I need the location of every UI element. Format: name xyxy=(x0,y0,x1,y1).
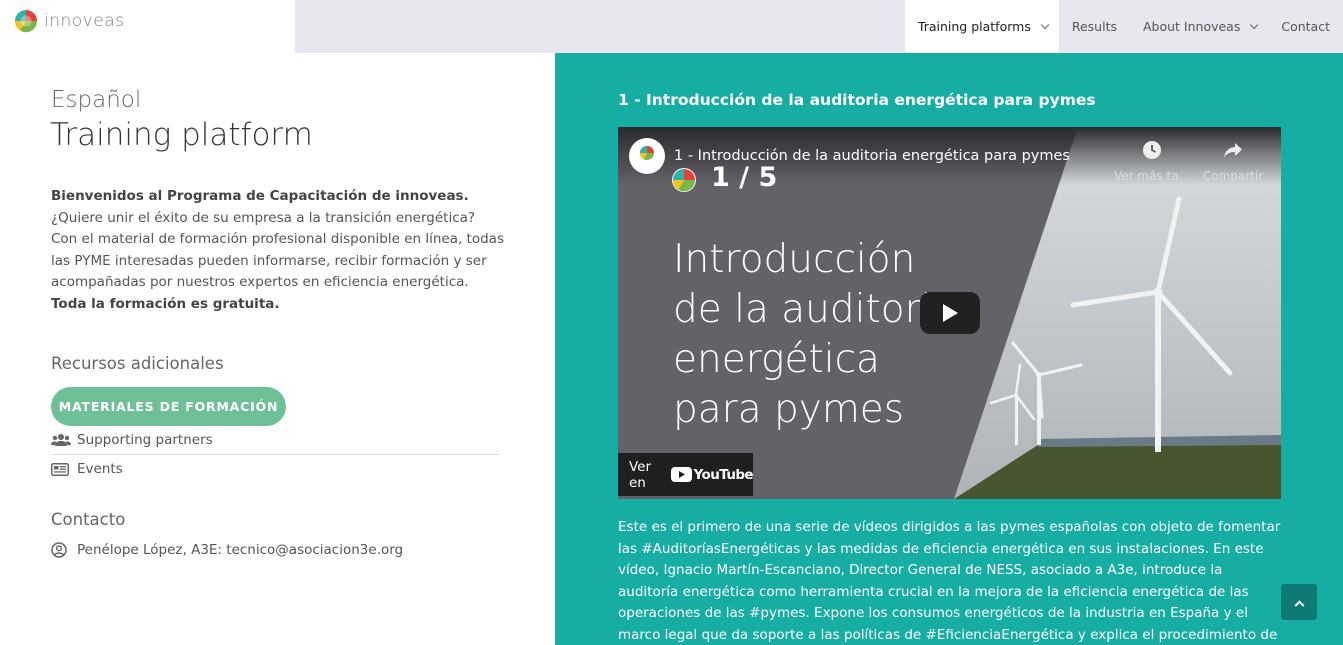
nav-item-label: Contact xyxy=(1281,19,1330,34)
watch-later-label: Ver más ta... xyxy=(1113,169,1191,183)
intro-body: Con el material de formación profesional… xyxy=(51,231,504,290)
page-title: Training platform xyxy=(50,117,313,153)
overlay-line: energética xyxy=(673,337,880,382)
overlay-line: para pymes xyxy=(673,387,905,432)
channel-logo-icon xyxy=(639,146,654,160)
share-label: Compartir xyxy=(1202,169,1264,183)
users-icon xyxy=(51,433,71,447)
top-navbar: innoveas Training platforms Results Abou… xyxy=(0,0,1343,53)
events-label: Events xyxy=(77,461,123,477)
scroll-to-top-button[interactable] xyxy=(1281,584,1317,620)
youtube-play-icon xyxy=(670,467,692,482)
chevron-up-icon xyxy=(1294,599,1304,610)
main-menu: Training platforms Results About Innovea… xyxy=(904,0,1343,53)
chevron-down-icon xyxy=(1040,20,1050,29)
language-label: Español xyxy=(51,87,142,113)
nav-item-results[interactable]: Results xyxy=(1059,0,1130,53)
supporting-partners-link[interactable]: Supporting partners xyxy=(51,426,499,454)
youtube-wordmark: YouTube xyxy=(693,466,754,483)
play-button[interactable] xyxy=(920,292,980,334)
play-icon xyxy=(943,304,958,322)
intro-bold-welcome: Bienvenidos al Programa de Capacitación … xyxy=(51,188,469,204)
playlist-counter: 1 / 5 xyxy=(711,162,778,193)
clock-icon xyxy=(1143,141,1161,159)
overlay-line: de la auditoria xyxy=(673,287,956,332)
training-materials-button[interactable]: MATERIALES DE FORMACIÓN xyxy=(51,387,286,426)
watch-on-label: Ver en xyxy=(629,458,652,491)
left-column: Español Training platform Bienvenidos al… xyxy=(0,53,555,645)
watch-later-button[interactable]: Ver más ta... xyxy=(1112,140,1192,183)
intro-question: ¿Quiere unir el éxito de su empresa a la… xyxy=(51,209,476,226)
nav-item-label: Results xyxy=(1071,19,1117,34)
share-arrow-icon xyxy=(1224,143,1242,158)
nav-item-training-platforms[interactable]: Training platforms xyxy=(904,0,1059,53)
nav-item-about-innoveas[interactable]: About Innoveas xyxy=(1130,0,1268,53)
share-button[interactable]: Compartir xyxy=(1198,140,1268,183)
watch-on-youtube-button[interactable]: Ver en YouTube xyxy=(618,453,754,496)
channel-avatar[interactable] xyxy=(629,138,665,174)
resources-heading: Recursos adicionales xyxy=(51,354,224,373)
contact-heading: Contacto xyxy=(51,510,126,529)
intro-bold-free: Toda la formación es gratuita. xyxy=(51,295,280,312)
brand-name: innoveas xyxy=(44,11,125,31)
nav-item-contact[interactable]: Contact xyxy=(1268,0,1343,53)
nav-item-label: About Innoveas xyxy=(1142,19,1241,34)
intro-text: Bienvenidos al Programa de Capacitación … xyxy=(51,186,511,315)
video-panel: 1 - Introducción de la auditoria energét… xyxy=(555,53,1343,645)
brand[interactable]: innoveas xyxy=(0,0,295,53)
contact-text: Penélope López, A3E: tecnico@asociacion3… xyxy=(77,542,404,558)
innoveas-logo-icon xyxy=(14,10,38,33)
video-description: Este es el primero de una serie de vídeo… xyxy=(618,519,1281,643)
supporting-partners-label: Supporting partners xyxy=(77,432,213,448)
user-circle-icon xyxy=(51,542,71,558)
innoveas-logo-icon xyxy=(672,168,696,192)
youtube-embed[interactable]: 1 - Introducción de la auditoria energét… xyxy=(618,127,1281,499)
video-section-title: 1 - Introducción de la auditoria energét… xyxy=(618,91,1096,109)
nav-item-label: Training platforms xyxy=(917,19,1031,34)
video-overlay-title: Introducción de la auditoria energética … xyxy=(673,235,955,435)
chevron-down-icon xyxy=(1250,20,1259,29)
youtube-logo: YouTube xyxy=(670,466,754,483)
contact-info: Penélope López, A3E: tecnico@asociacion3… xyxy=(51,542,403,558)
newspaper-icon xyxy=(51,462,71,476)
overlay-line: Introducción xyxy=(673,237,916,282)
events-link[interactable]: Events xyxy=(51,455,499,483)
